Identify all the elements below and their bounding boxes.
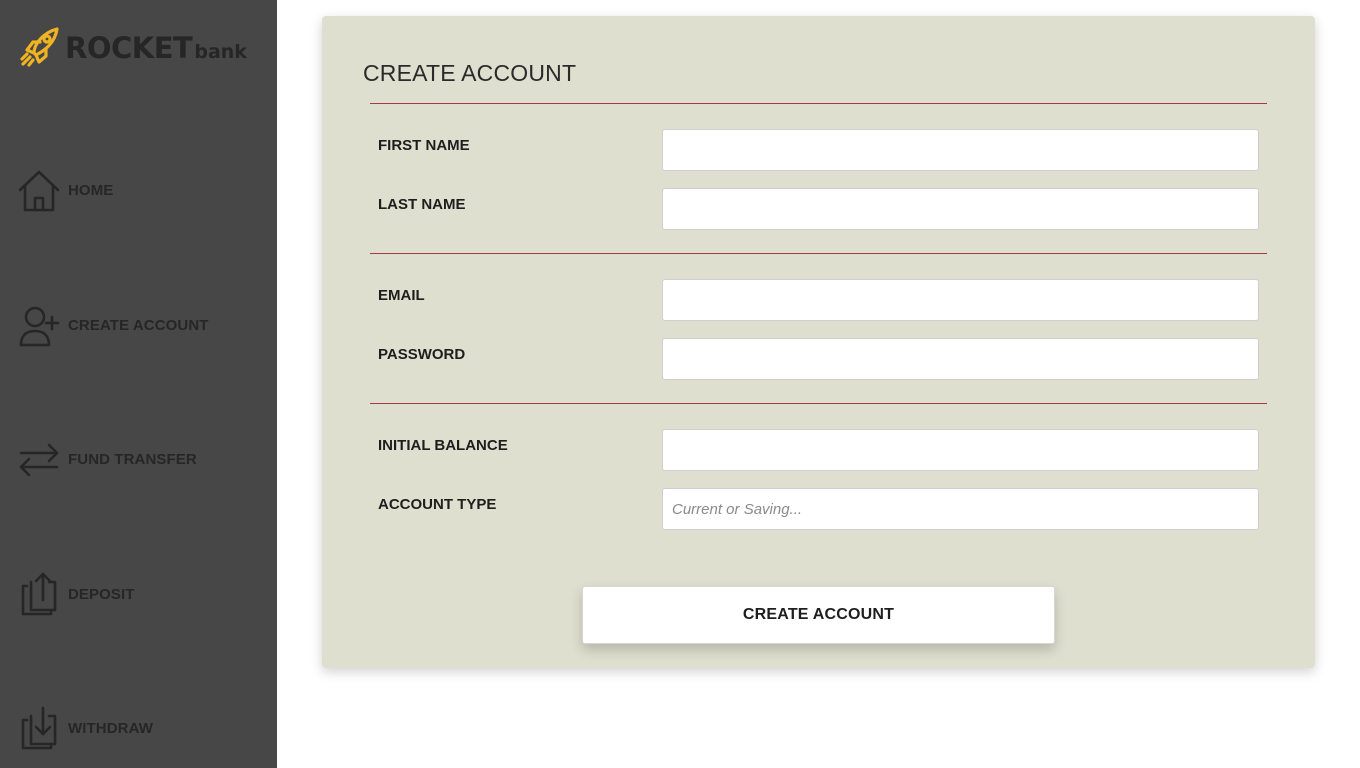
initial-balance-label: INITIAL BALANCE	[378, 437, 508, 454]
sidebar-item-deposit[interactable]: DEPOSIT	[17, 568, 267, 620]
section-divider	[370, 253, 1267, 254]
page-title: CREATE ACCOUNT	[363, 60, 577, 86]
email-field[interactable]	[662, 279, 1259, 321]
last-name-label: LAST NAME	[378, 196, 466, 213]
email-label: EMAIL	[378, 287, 425, 304]
sidebar-item-label: FUND TRANSFER	[68, 450, 197, 468]
sidebar-item-label: CREATE ACCOUNT	[68, 316, 209, 334]
account-type-label: ACCOUNT TYPE	[378, 496, 497, 513]
sidebar-item-label: HOME	[68, 181, 114, 199]
section-divider	[370, 103, 1267, 104]
upload-icon	[17, 570, 61, 618]
sidebar-item-label: DEPOSIT	[68, 585, 135, 603]
rocket-icon	[18, 23, 62, 74]
first-name-label: FIRST NAME	[378, 137, 470, 154]
transfer-arrows-icon	[17, 435, 61, 483]
account-type-field[interactable]	[662, 488, 1259, 530]
sidebar-item-create-account[interactable]: CREATE ACCOUNT	[17, 299, 267, 351]
home-icon	[17, 166, 61, 214]
sidebar-item-withdraw[interactable]: WITHDRAW	[17, 702, 267, 754]
sidebar-item-home[interactable]: HOME	[17, 164, 267, 216]
brand-name: ROCKET bank	[65, 31, 247, 65]
create-account-card: CREATE ACCOUNT FIRST NAME LAST NAME EMAI…	[322, 16, 1315, 668]
sidebar: ROCKET bank HOME CREATE ACCOUNT FUND TRA…	[0, 0, 277, 768]
first-name-field[interactable]	[662, 129, 1259, 171]
password-label: PASSWORD	[378, 346, 466, 363]
sidebar-item-label: WITHDRAW	[68, 719, 153, 737]
download-icon	[17, 704, 61, 752]
sidebar-item-fund-transfer[interactable]: FUND TRANSFER	[17, 433, 267, 485]
section-divider	[370, 403, 1267, 404]
last-name-field[interactable]	[662, 188, 1259, 230]
create-account-button[interactable]: CREATE ACCOUNT	[582, 586, 1055, 644]
brand-name-main: ROCKET	[65, 31, 193, 65]
password-field[interactable]	[662, 338, 1259, 380]
user-plus-icon	[17, 301, 61, 349]
initial-balance-field[interactable]	[662, 429, 1259, 471]
brand-logo[interactable]: ROCKET bank	[18, 24, 247, 72]
brand-name-sub: bank	[194, 41, 247, 63]
